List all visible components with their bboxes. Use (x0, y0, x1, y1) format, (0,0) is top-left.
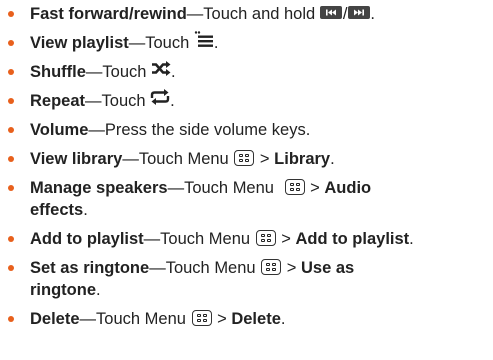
item-end: . (83, 201, 88, 219)
item-title: Fast forward/rewind (30, 5, 187, 23)
item-target-continued: ringtone (30, 281, 96, 299)
item-gt: > (259, 150, 270, 168)
bullet (8, 316, 14, 322)
item-text: Touch Menu (160, 230, 251, 248)
item-end: . (409, 230, 414, 248)
fast-forward-icon (348, 6, 371, 20)
shuffle-icon (151, 60, 171, 82)
item-end: . (330, 150, 335, 168)
item-text: Touch (145, 34, 190, 52)
item-title: Delete (30, 310, 80, 328)
item-end: . (170, 92, 175, 110)
item-title: Set as ringtone (30, 259, 150, 277)
item-separator: — (88, 121, 105, 139)
item-gt: > (310, 179, 320, 197)
item-target: Delete (231, 310, 281, 328)
item-title: View library (30, 150, 123, 168)
list-item-set-as-ringtone: Set as ringtone—Touch Menu > Use as ring… (0, 257, 493, 301)
item-text: Touch Menu (184, 179, 274, 197)
item-text: Touch (101, 92, 146, 110)
list-item-manage-speakers: Manage speakers—Touch Menu > Audio effec… (0, 177, 493, 221)
item-separator: — (128, 34, 146, 52)
item-title: Manage speakers (30, 179, 168, 197)
item-gt: > (281, 230, 291, 248)
bullet (8, 127, 14, 133)
item-text: Touch Menu (165, 259, 256, 277)
item-end: . (171, 63, 176, 81)
item-title: Shuffle (30, 63, 86, 81)
item-text: Touch Menu (138, 150, 229, 168)
item-target: Add to playlist (295, 230, 410, 248)
item-target: Library (274, 150, 331, 168)
bullet (8, 11, 14, 17)
menu-key-icon (255, 229, 276, 246)
icon-separator: / (342, 5, 348, 23)
menu-key-icon (284, 178, 305, 195)
bullet (8, 185, 14, 191)
item-separator: — (149, 259, 166, 277)
item-separator: — (85, 63, 103, 81)
bullet (8, 40, 14, 46)
item-end: . (280, 310, 286, 328)
item-separator: — (79, 310, 97, 328)
rewind-icon (319, 6, 342, 20)
item-title: View playlist (30, 34, 129, 52)
menu-key-icon (261, 258, 282, 275)
item-separator: — (85, 92, 102, 110)
item-separator: — (167, 179, 185, 197)
repeat-icon (150, 88, 170, 111)
bullet (8, 265, 14, 271)
item-title: Volume (30, 121, 89, 139)
item-text: Press the side volume keys. (104, 121, 311, 139)
item-gt: > (286, 259, 297, 277)
item-text: Touch Menu (96, 310, 186, 328)
item-gt: > (217, 310, 227, 328)
manual-page: Fast forward/rewind—Touch and hold / . V… (0, 0, 493, 360)
item-text: Touch and hold (203, 5, 316, 23)
menu-key-icon (191, 309, 212, 326)
bullet (8, 156, 14, 162)
bullet (8, 236, 14, 242)
menu-key-icon (234, 149, 255, 166)
bullet (8, 98, 14, 104)
item-end: . (96, 281, 101, 299)
item-separator: — (143, 230, 161, 248)
item-text: Touch (102, 63, 147, 81)
item-title: Repeat (30, 92, 86, 110)
item-target: Use as (301, 259, 355, 277)
playlist-icon (194, 30, 214, 53)
item-target: Audio (324, 179, 372, 197)
item-end: . (213, 34, 219, 52)
item-target-continued: effects (30, 201, 84, 219)
item-title: Add to playlist (30, 230, 144, 248)
item-end: . (370, 5, 375, 23)
bullet (8, 69, 14, 75)
item-separator: — (122, 150, 139, 168)
item-separator: — (186, 5, 204, 23)
